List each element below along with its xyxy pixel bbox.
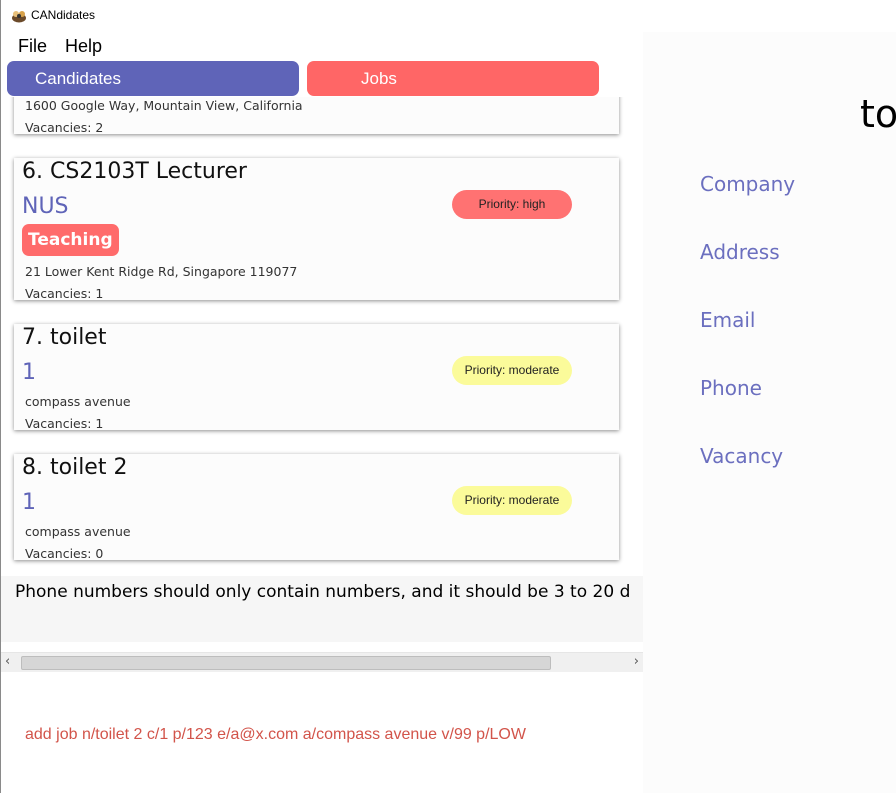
priority-badge: Priority: high [452,190,572,219]
job-vacancies: Vacancies: 1 [25,286,104,301]
tab-jobs-label: Jobs [361,69,397,88]
job-vacancies: Vacancies: 0 [25,546,104,561]
tab-jobs[interactable]: Jobs [307,61,599,96]
job-name: CS2103T Lecturer [50,159,247,184]
command-box[interactable]: add job n/toilet 2 c/1 p/123 e/a@x.com a… [1,700,643,770]
detail-vacancy-label: Vacancy [700,444,784,468]
job-index: 7. [22,325,43,350]
detail-phone-label: Phone [700,376,762,400]
priority-badge: Priority: moderate [452,356,572,385]
job-card[interactable]: 7. toilet 1 Priority: moderate compass a… [14,324,619,431]
job-address: compass avenue [25,394,131,409]
job-tag: Teaching [22,224,119,256]
result-message: Phone numbers should only contain number… [15,582,631,602]
tab-candidates-label: Candidates [35,69,122,88]
detail-company-label: Company [700,172,796,196]
job-name: toilet [50,325,107,350]
job-index: 8. [22,455,43,480]
job-address: 1600 Google Way, Mountain View, Californ… [25,98,303,113]
job-company: 1 [22,360,36,385]
app-window: CANdidates File Help Candidates Jobs 160… [0,0,896,793]
scroll-left-icon[interactable]: ‹ [5,654,10,669]
horizontal-scrollbar[interactable]: ‹ › [1,652,643,672]
job-card[interactable]: 1600 Google Way, Mountain View, Californ… [14,97,619,135]
tab-candidates[interactable]: Candidates [7,61,299,96]
detail-address-label: Address [700,240,780,264]
job-card[interactable]: 6. CS2103T Lecturer NUS Priority: high T… [14,158,619,301]
menu-help[interactable]: Help [47,34,102,60]
job-address: 21 Lower Kent Ridge Rd, Singapore 119077 [25,264,298,279]
job-details-panel: to Company Address Email Phone Vacancy [643,32,896,793]
job-name: toilet 2 [50,455,128,480]
job-index: 6. [22,159,43,184]
job-vacancies: Vacancies: 1 [25,416,104,431]
command-input[interactable]: add job n/toilet 2 c/1 p/123 e/a@x.com a… [25,726,526,744]
job-title: 8. toilet 2 [22,455,127,480]
tab-bar: Candidates Jobs [7,61,601,97]
scrollbar-thumb[interactable] [21,656,551,670]
job-vacancies: Vacancies: 2 [25,120,104,135]
job-company: 1 [22,490,36,515]
title-bar: CANdidates [1,0,896,30]
window-title: CANdidates [31,8,96,22]
app-logo-icon [11,8,27,23]
job-list[interactable]: 1600 Google Way, Mountain View, Californ… [1,97,643,572]
job-title: 6. CS2103T Lecturer [22,159,247,184]
detail-title: to [860,92,896,136]
job-card[interactable]: 8. toilet 2 1 Priority: moderate compass… [14,454,619,561]
job-company: NUS [22,194,69,219]
detail-email-label: Email [700,308,756,332]
menu-file[interactable]: File [1,34,47,60]
result-display: Phone numbers should only contain number… [1,576,643,642]
scroll-right-icon[interactable]: › [634,654,639,669]
job-address: compass avenue [25,524,131,539]
job-title: 7. toilet [22,325,106,350]
menu-bar: File Help [1,34,102,60]
priority-badge: Priority: moderate [452,486,572,515]
